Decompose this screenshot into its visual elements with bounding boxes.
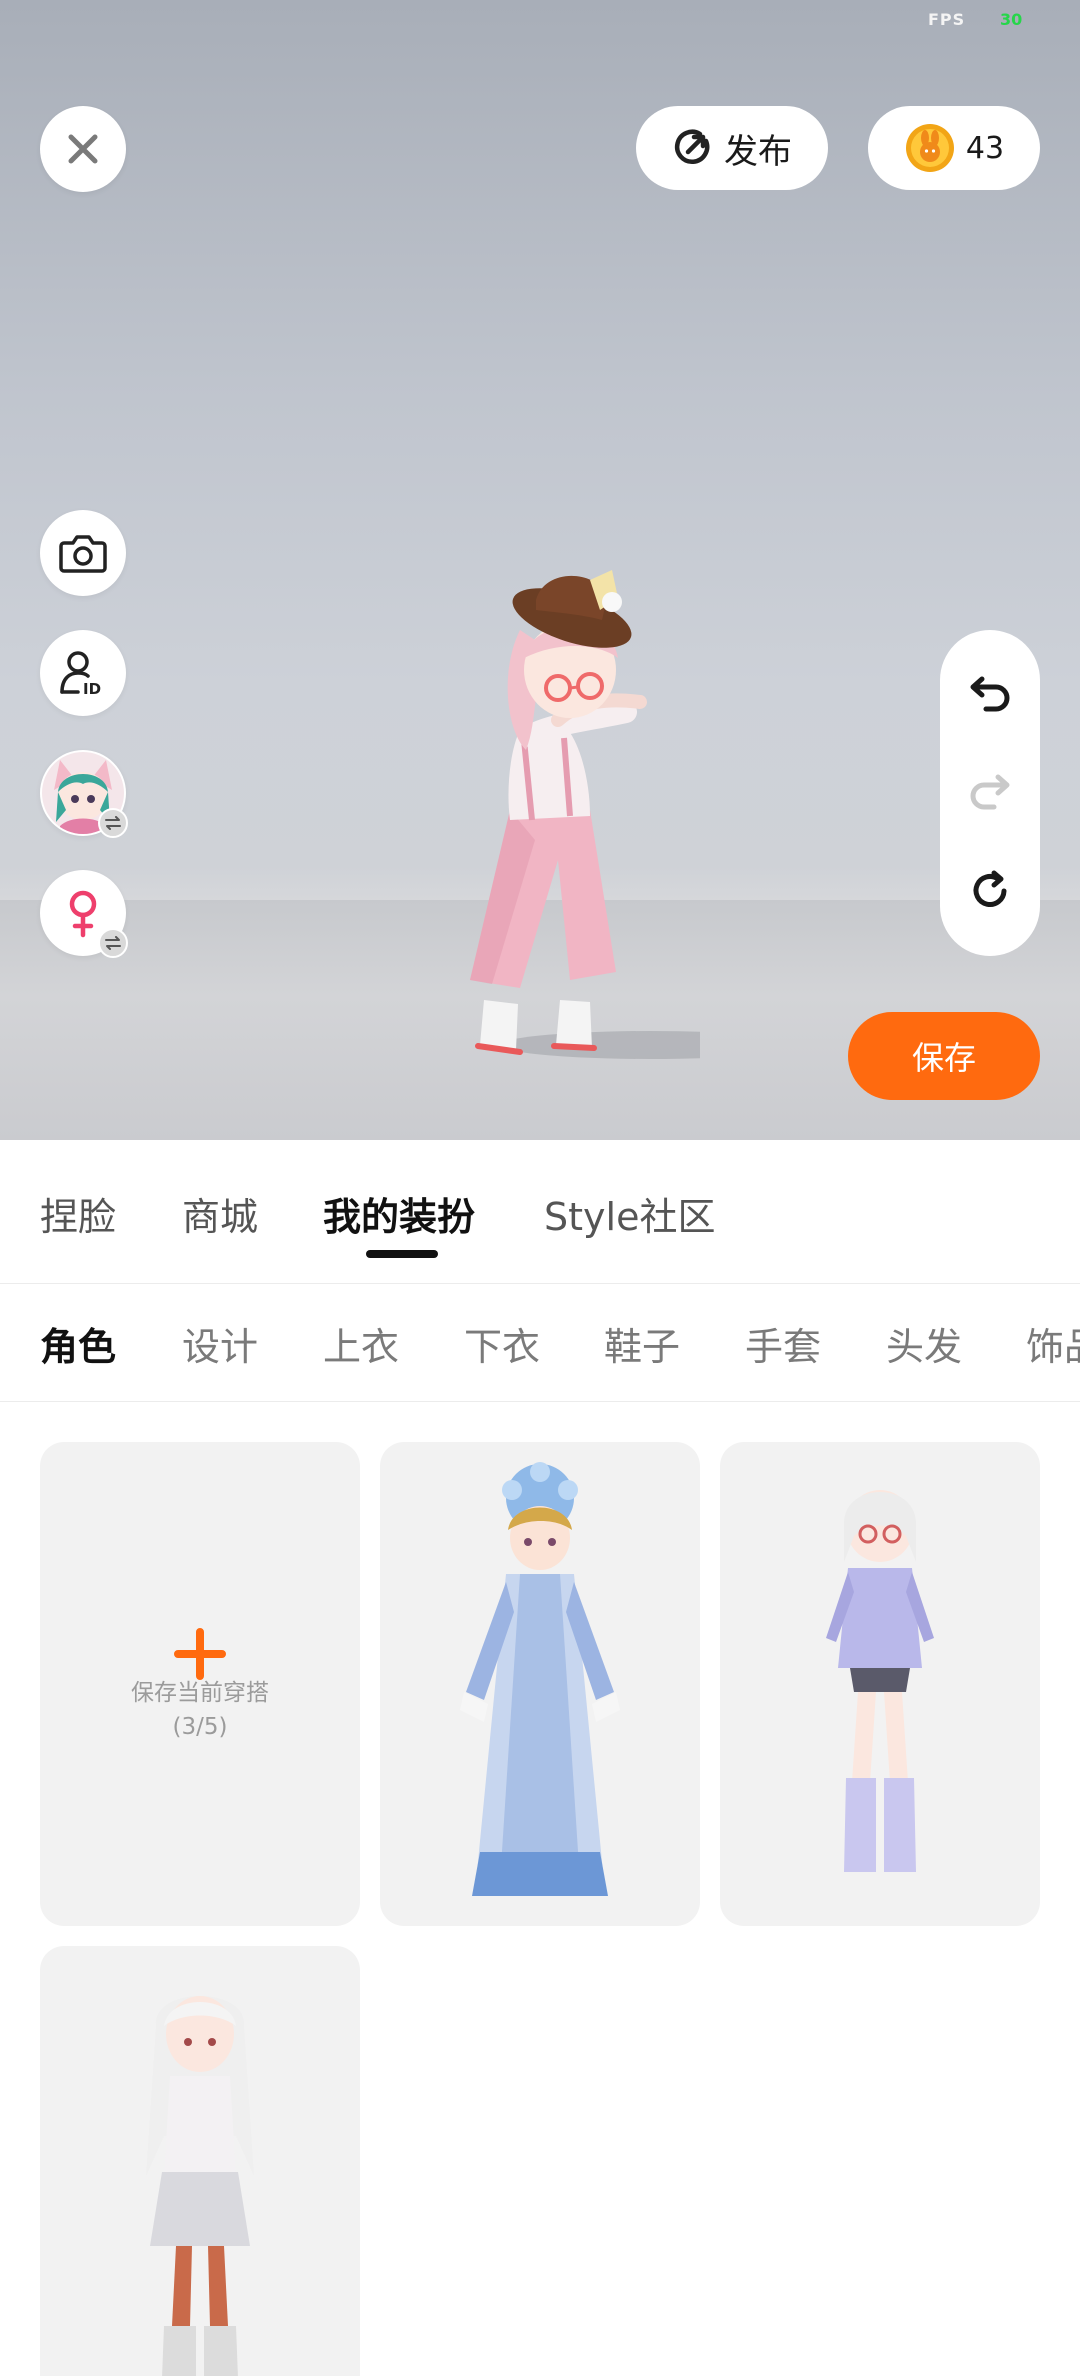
- swap-icon: [98, 808, 128, 838]
- switch-gender-button[interactable]: [40, 870, 128, 958]
- publish-button[interactable]: 发布: [636, 106, 828, 190]
- publish-icon: [674, 129, 710, 164]
- coin-icon: [905, 124, 954, 172]
- category-tab-hair[interactable]: 头发: [886, 1316, 962, 1371]
- save-current-outfit-card[interactable]: 保存当前穿搭 (3/5): [40, 1442, 360, 1926]
- swap-icon: [98, 928, 128, 958]
- save-outfit-count: (3/5): [172, 1714, 228, 1740]
- publish-label: 发布: [724, 131, 792, 172]
- save-outfit-text: 保存当前穿搭 (3/5): [40, 1676, 360, 1744]
- outfit-thumbnail: [826, 1490, 934, 1872]
- tab-style-community[interactable]: Style社区: [544, 1186, 715, 1241]
- avatar-viewport[interactable]: FPS 30 发布 43 ID 保存: [0, 0, 1080, 1140]
- main-tab-bar: 捏脸 商城 我的装扮 Style社区: [0, 1140, 1080, 1284]
- tab-my-outfits[interactable]: 我的装扮: [323, 1186, 475, 1241]
- avatar-id-button[interactable]: ID: [40, 630, 126, 716]
- category-tab-bottoms[interactable]: 下衣: [464, 1316, 540, 1371]
- outfit-card[interactable]: [40, 1946, 360, 2376]
- outfit-thumbnail: [146, 1996, 254, 2376]
- coin-balance[interactable]: 43: [868, 106, 1040, 190]
- close-button[interactable]: [40, 106, 126, 192]
- fps-value: 30: [1000, 10, 1023, 29]
- camera-icon: [59, 535, 107, 573]
- active-tab-indicator: [366, 1250, 438, 1258]
- fps-label: FPS: [928, 10, 966, 29]
- category-tab-design[interactable]: 设计: [182, 1316, 258, 1371]
- category-tab-bar: 角色 设计 上衣 下衣 鞋子 手套 头发 饰品: [0, 1284, 1080, 1402]
- category-tab-tops[interactable]: 上衣: [323, 1316, 399, 1371]
- save-button[interactable]: 保存: [848, 1012, 1040, 1100]
- svg-text:ID: ID: [83, 680, 101, 698]
- avatar-model: [470, 570, 700, 1059]
- user-id-icon: ID: [60, 651, 101, 698]
- outfit-card[interactable]: [380, 1442, 700, 1926]
- reset-icon[interactable]: [968, 869, 1012, 913]
- female-icon: [69, 890, 97, 938]
- save-outfit-label: 保存当前穿搭: [131, 1680, 269, 1706]
- redo-icon[interactable]: [968, 771, 1012, 811]
- undo-icon[interactable]: [968, 673, 1012, 713]
- camera-button[interactable]: [40, 510, 126, 596]
- tab-shop[interactable]: 商城: [182, 1186, 258, 1241]
- tab-face-sculpt[interactable]: 捏脸: [40, 1186, 116, 1241]
- plus-icon: [174, 1628, 226, 1680]
- category-tab-shoes[interactable]: 鞋子: [604, 1316, 680, 1371]
- switch-character-button[interactable]: [40, 750, 128, 838]
- outfit-thumbnail: [460, 1462, 620, 1896]
- category-tab-character[interactable]: 角色: [40, 1316, 116, 1371]
- category-tab-accessories[interactable]: 饰品: [1026, 1316, 1080, 1371]
- close-icon: [68, 134, 98, 164]
- category-tab-gloves[interactable]: 手套: [745, 1316, 821, 1371]
- history-controls: [940, 630, 1040, 956]
- coin-count: 43: [965, 130, 1005, 166]
- outfit-card[interactable]: [720, 1442, 1040, 1926]
